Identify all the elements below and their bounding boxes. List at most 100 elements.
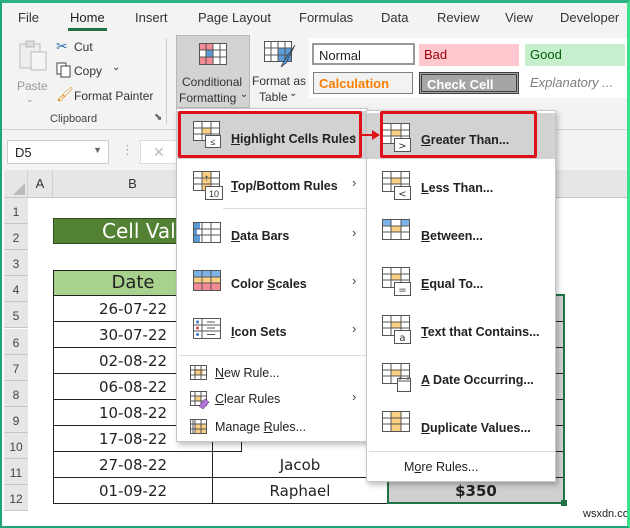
new-rule-icon <box>190 365 207 380</box>
icon-sets-icon <box>193 318 221 339</box>
menu-item-label: Top/Bottom Rules <box>231 179 338 193</box>
name-box-dropdown-icon[interactable]: ▼ <box>93 145 102 155</box>
row-header[interactable]: 4 <box>4 276 28 303</box>
fill-handle[interactable] <box>561 500 567 506</box>
highlight-box-highlight-cells-rules <box>178 111 362 158</box>
tab-home[interactable]: Home <box>68 10 107 31</box>
row-header[interactable]: 7 <box>4 354 28 381</box>
chevron-right-icon: › <box>352 273 357 288</box>
row-header[interactable]: 2 <box>4 224 28 251</box>
menu-item-manage-rules[interactable]: Manage Rules... <box>177 415 367 439</box>
style-calculation[interactable]: Calculation <box>313 72 413 94</box>
submenu-item-between[interactable]: Between... <box>367 209 555 255</box>
date-cell[interactable]: 27-08-22 <box>53 452 213 478</box>
svg-text:10: 10 <box>209 189 219 199</box>
submenu-item-label: A Date Occurring... <box>421 373 534 387</box>
chevron-down-icon: ⌄ <box>289 88 298 99</box>
tab-insert[interactable]: Insert <box>135 10 168 25</box>
cf-label-2: Formatting <box>179 91 237 105</box>
menu-item-label: Clear Rules <box>215 392 281 406</box>
format-painter-icon: 🖌 <box>56 86 74 102</box>
date-cell[interactable]: 01-09-22 <box>53 478 213 504</box>
submenu-item-label: Duplicate Values... <box>421 421 531 435</box>
style-explanatory[interactable]: Explanatory ... <box>525 72 625 94</box>
row-header[interactable]: 9 <box>4 406 28 433</box>
style-normal[interactable]: Normal <box>312 43 415 65</box>
chevron-down-icon: ⌄ <box>240 89 249 100</box>
chevron-right-icon: › <box>352 175 357 190</box>
svg-text:a: a <box>399 333 405 344</box>
menu-item-new-rule[interactable]: New Rule... <box>177 361 367 385</box>
style-bad-label: Bad <box>424 47 448 62</box>
equal-to-icon: = <box>382 267 411 296</box>
menu-item-icon-sets[interactable]: Icon Sets › <box>177 305 367 353</box>
style-check-cell-label: Check Cell <box>427 77 494 92</box>
style-check-cell[interactable]: Check Cell <box>419 72 519 94</box>
submenu-item-a-date-occurring[interactable]: A Date Occurring... <box>367 353 555 399</box>
style-bad[interactable]: Bad <box>419 44 519 66</box>
menu-item-label: Icon Sets <box>231 325 287 339</box>
tab-formulas[interactable]: Formulas <box>299 10 353 25</box>
column-header-d[interactable] <box>543 170 630 198</box>
tab-developer[interactable]: Developer <box>560 10 619 25</box>
tab-file[interactable]: File <box>18 10 39 25</box>
submenu-item-label: Less Than... <box>421 181 494 195</box>
menu-item-top-bottom-rules[interactable]: ↑ 10 Top/Bottom Rules › <box>177 159 367 207</box>
menu-item-color-scales[interactable]: Color Scales › <box>177 257 367 305</box>
select-all-corner[interactable] <box>4 170 28 198</box>
submenu-item-text-that-contains[interactable]: a Text that Contains... <box>367 305 555 351</box>
menu-item-data-bars[interactable]: Data Bars › <box>177 209 367 257</box>
cancel-button[interactable]: ✕ <box>140 140 180 164</box>
submenu-item-less-than[interactable]: < Less Than... <box>367 161 555 207</box>
row-header[interactable]: 10 <box>4 432 28 459</box>
cut-button[interactable]: ✂ Cut <box>56 38 116 58</box>
dialog-launcher-icon[interactable]: ⬊ <box>154 112 162 123</box>
tab-page-layout[interactable]: Page Layout <box>198 10 271 25</box>
copy-dropdown-icon[interactable]: ⌄ <box>112 62 120 73</box>
submenu-item-label: Text that Contains... <box>421 325 540 339</box>
clear-rules-icon <box>190 391 210 409</box>
copy-button[interactable]: Copy ⌄ <box>56 62 126 82</box>
menu-item-clear-rules[interactable]: Clear Rules › <box>177 387 367 411</box>
watermark: wsxdn.com <box>583 508 630 520</box>
arrow-head-icon <box>372 130 380 140</box>
paste-dropdown-icon[interactable]: ⌄ <box>26 94 34 105</box>
submenu-item-label: More Rules... <box>404 460 479 474</box>
row-header[interactable]: 12 <box>4 485 28 512</box>
clipboard-group-label: Clipboard <box>50 113 98 125</box>
row-header[interactable]: 6 <box>4 328 28 355</box>
highlight-cells-rules-submenu: > Greater Than... < Less Than... Between...… <box>366 110 556 482</box>
name-cell[interactable]: Raphael <box>212 478 388 504</box>
submenu-item-more-rules[interactable]: More Rules... <box>367 455 555 479</box>
format-as-table-button[interactable]: Format as Table ⌄ <box>251 38 309 106</box>
ribbon-separator <box>166 38 167 124</box>
row-header[interactable]: 3 <box>4 250 28 277</box>
name-box[interactable]: D5 ▼ <box>7 140 109 164</box>
column-header-a[interactable]: A <box>28 170 53 198</box>
tab-review[interactable]: Review <box>437 10 480 25</box>
submenu-item-equal-to[interactable]: = Equal To... <box>367 257 555 303</box>
row-header[interactable]: 8 <box>4 380 28 407</box>
paste-button[interactable]: Paste ⌄ <box>14 38 50 104</box>
between-icon <box>382 219 410 240</box>
name-cell[interactable]: Jacob <box>212 452 388 478</box>
style-good[interactable]: Good <box>525 44 625 66</box>
name-box-value: D5 <box>15 145 32 160</box>
conditional-formatting-button[interactable]: Conditional Formatting ⌄ <box>176 35 250 108</box>
formula-bar-splitter[interactable]: ⋮ <box>121 142 134 158</box>
row-header[interactable]: 11 <box>4 459 28 485</box>
menu-item-label: Color Scales <box>231 277 307 291</box>
chevron-right-icon: › <box>352 389 357 404</box>
less-than-icon: < <box>382 171 411 200</box>
tab-view[interactable]: View <box>505 10 533 25</box>
format-as-table-icon <box>264 41 296 68</box>
cf-label-1: Conditional <box>182 75 243 89</box>
svg-text:<: < <box>398 189 406 200</box>
copy-label: Copy <box>74 64 103 78</box>
submenu-item-duplicate-values[interactable]: Duplicate Values... <box>367 401 555 447</box>
tab-data[interactable]: Data <box>381 10 408 25</box>
row-header[interactable]: 5 <box>4 302 28 329</box>
text-contains-icon: a <box>382 315 411 344</box>
format-painter-button[interactable]: 🖌 Format Painter <box>56 86 156 107</box>
row-header[interactable]: 1 <box>4 198 28 224</box>
